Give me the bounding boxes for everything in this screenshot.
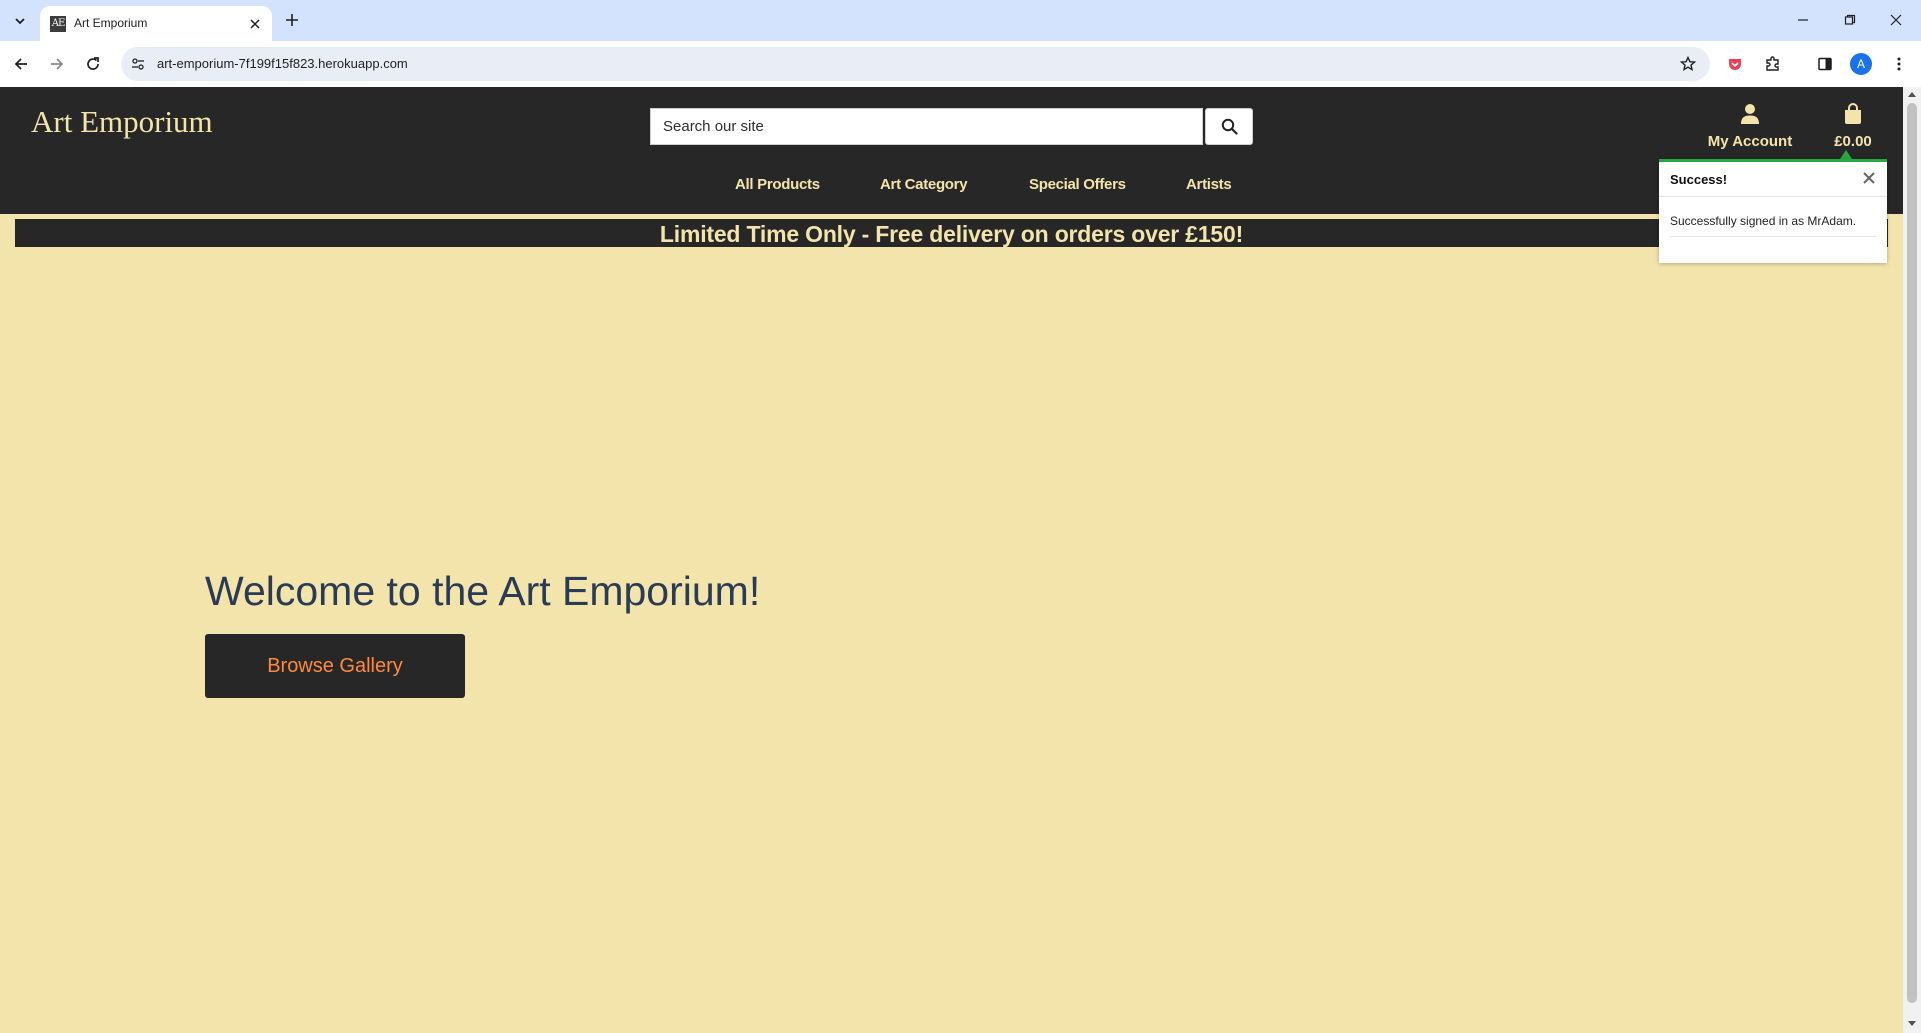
browser-menu-button[interactable] <box>1887 52 1911 76</box>
tab-close-button[interactable] <box>246 15 264 33</box>
site-info-button[interactable] <box>129 55 147 73</box>
extension-pocket-button[interactable] <box>1723 52 1747 76</box>
search-box <box>650 108 1203 145</box>
reload-button[interactable] <box>81 52 105 76</box>
star-icon <box>1680 56 1696 72</box>
minimize-button[interactable] <box>1791 8 1815 32</box>
tab-search-button[interactable] <box>8 9 32 33</box>
search-input[interactable] <box>651 109 1202 144</box>
restore-icon <box>1844 14 1856 25</box>
browser-tab-bar: AE Art Emporium <box>0 0 1921 41</box>
extensions-button[interactable] <box>1761 52 1785 76</box>
promo-banner: Limited Time Only - Free delivery on ord… <box>15 219 1888 247</box>
main-nav: All Products Art Category Special Offers… <box>0 176 1903 200</box>
reload-icon <box>87 57 99 70</box>
search-icon <box>1221 118 1238 135</box>
user-icon <box>1741 104 1759 124</box>
scroll-up-arrow-icon[interactable] <box>1908 92 1916 97</box>
minimize-icon <box>1798 19 1808 21</box>
toast-title: Success! <box>1670 172 1728 187</box>
toast-arrow <box>1840 150 1852 159</box>
favicon-icon: AE <box>50 16 66 32</box>
search-button[interactable] <box>1205 108 1253 145</box>
restore-button[interactable] <box>1838 8 1862 32</box>
arrow-left-icon <box>14 58 27 70</box>
close-window-button[interactable] <box>1884 8 1908 32</box>
close-icon <box>1890 14 1902 26</box>
close-icon <box>250 19 260 29</box>
brand-logo-link[interactable]: Art Emporium <box>31 104 213 140</box>
more-vertical-icon <box>1897 57 1901 71</box>
toast-message: Successfully signed in as MrAdam. <box>1670 214 1857 228</box>
nav-special-offers[interactable]: Special Offers <box>1029 176 1126 193</box>
toast-close-button[interactable] <box>1861 170 1877 186</box>
browser-toolbar: art-emporium-7f199f15f823.herokuapp.com … <box>0 41 1921 87</box>
toast-divider <box>1670 236 1876 237</box>
hero-title: Welcome to the Art Emporium! <box>205 568 761 614</box>
my-account-link[interactable]: My Account <box>1707 103 1793 150</box>
close-icon <box>1863 172 1875 184</box>
side-panel-icon <box>1818 57 1832 71</box>
tune-icon <box>132 58 144 70</box>
address-bar[interactable]: art-emporium-7f199f15f823.herokuapp.com <box>121 47 1710 81</box>
browse-gallery-button[interactable]: Browse Gallery <box>205 634 465 698</box>
bag-total: £0.00 <box>1834 133 1872 150</box>
tab-title: Art Emporium <box>74 16 148 30</box>
puzzle-icon <box>1766 56 1779 71</box>
bookmark-button[interactable] <box>1678 54 1698 74</box>
toast-header: Success! <box>1659 162 1887 197</box>
my-account-label: My Account <box>1707 133 1793 150</box>
shopping-bag-link[interactable]: £0.00 <box>1825 103 1881 150</box>
arrow-right-icon <box>51 58 64 70</box>
shopping-bag-icon <box>1845 103 1861 124</box>
scroll-down-arrow-icon[interactable] <box>1908 1021 1916 1026</box>
scroll-thumb[interactable] <box>1907 103 1917 1003</box>
side-panel-button[interactable] <box>1813 52 1837 76</box>
plus-icon <box>286 14 298 26</box>
success-toast: Success! Successfully signed in as MrAda… <box>1659 159 1887 263</box>
site-header: Art Emporium My Account £0.00 All Produc… <box>0 87 1903 214</box>
profile-avatar[interactable]: A <box>1850 53 1872 75</box>
url-text[interactable]: art-emporium-7f199f15f823.herokuapp.com <box>157 56 408 71</box>
pocket-icon <box>1729 59 1741 70</box>
back-button[interactable] <box>9 52 33 76</box>
page-scrollbar[interactable] <box>1903 87 1921 1033</box>
new-tab-button[interactable] <box>282 10 302 30</box>
browser-tab[interactable]: AE Art Emporium <box>40 6 272 41</box>
nav-artists[interactable]: Artists <box>1186 176 1232 193</box>
forward-button[interactable] <box>45 52 69 76</box>
nav-all-products[interactable]: All Products <box>735 176 820 193</box>
nav-art-category[interactable]: Art Category <box>880 176 968 193</box>
chevron-down-icon <box>15 18 25 25</box>
